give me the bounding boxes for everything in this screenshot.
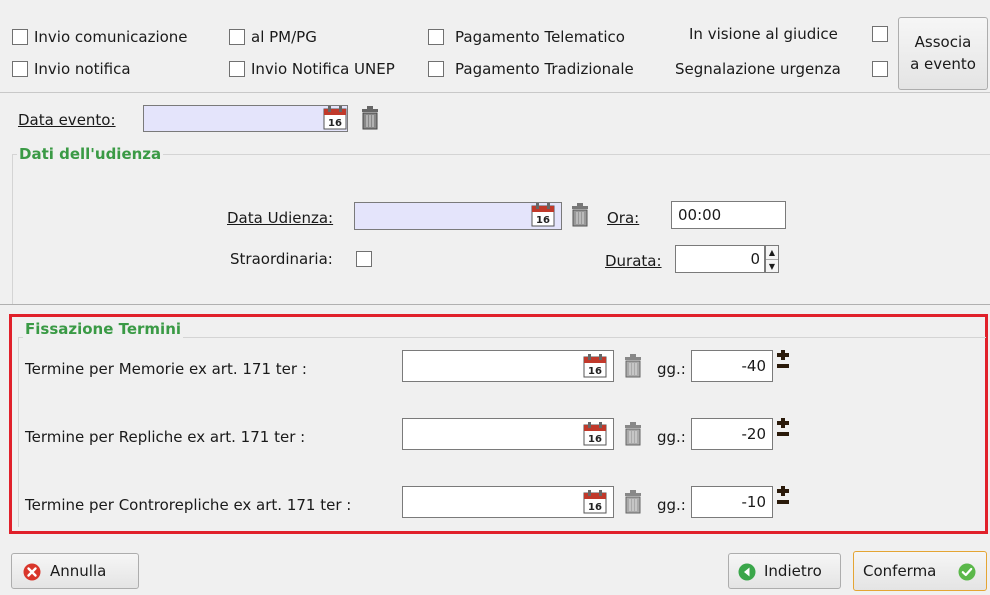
segnalazione-urgenza-label: Segnalazione urgenza — [675, 60, 841, 78]
ora-label: Ora: — [607, 209, 640, 227]
al-pm-pg-label: al PM/PG — [251, 28, 317, 46]
data-evento-field[interactable] — [143, 105, 348, 132]
pagamento-tradizionale-checkbox[interactable] — [428, 61, 444, 77]
straordinaria-checkbox[interactable] — [356, 251, 372, 267]
gg-controrepliche-value: -10 — [741, 493, 767, 511]
durata-value: 0 — [750, 250, 760, 268]
termine-controrepliche-label: Termine per Controrepliche ex art. 171 t… — [25, 496, 352, 514]
gg-memorie-value: -40 — [741, 357, 767, 375]
gg-label: gg.: — [657, 360, 686, 378]
check-icon — [958, 563, 976, 581]
invio-comunicazione-checkbox[interactable] — [12, 29, 28, 45]
ora-value: 00:00 — [678, 206, 722, 224]
straordinaria-label: Straordinaria: — [230, 250, 333, 268]
termini-group-title: Fissazione Termini — [23, 320, 184, 338]
gg-label: gg.: — [657, 496, 686, 514]
data-evento-label: Data evento: — [18, 111, 116, 129]
invio-notifica-label: Invio notifica — [34, 60, 131, 78]
durata-spinner[interactable]: ▲ ▼ — [765, 245, 779, 273]
invio-notifica-unep-checkbox[interactable] — [229, 61, 245, 77]
conferma-button[interactable]: Conferma — [853, 551, 987, 591]
pagamento-telematico-label: Pagamento Telematico — [455, 28, 625, 46]
invio-notifica-unep-label: Invio Notifica UNEP — [251, 60, 395, 78]
calendar-icon[interactable]: 16 — [583, 490, 607, 514]
conferma-label: Conferma — [863, 562, 937, 580]
cancel-icon — [23, 563, 41, 581]
trash-icon[interactable] — [570, 203, 590, 227]
indietro-label: Indietro — [764, 562, 822, 580]
calendar-day: 16 — [588, 366, 602, 377]
associa-label-line1: Associa — [914, 33, 972, 51]
plus-minus-icon[interactable] — [776, 417, 790, 439]
calendar-day: 16 — [588, 434, 602, 445]
associa-evento-button[interactable]: Associa a evento — [898, 17, 988, 90]
plus-minus-icon[interactable] — [776, 349, 790, 371]
durata-field[interactable]: 0 — [675, 245, 765, 273]
pagamento-tradizionale-label: Pagamento Tradizionale — [455, 60, 634, 78]
termine-repliche-label: Termine per Repliche ex art. 171 ter : — [25, 428, 306, 446]
back-arrow-icon — [738, 563, 756, 581]
trash-icon[interactable] — [623, 422, 643, 446]
plus-minus-icon[interactable] — [776, 485, 790, 507]
annulla-button[interactable]: Annulla — [11, 553, 139, 589]
associa-label-line2: a evento — [910, 55, 976, 73]
calendar-day: 16 — [536, 215, 550, 226]
section-separator — [0, 304, 990, 305]
data-udienza-label: Data Udienza: — [227, 209, 334, 227]
gg-repliche-value: -20 — [741, 425, 767, 443]
spin-up-icon[interactable]: ▲ — [766, 246, 778, 260]
annulla-label: Annulla — [50, 562, 107, 580]
termini-group-left-line — [18, 337, 19, 527]
in-visione-giudice-checkbox[interactable] — [872, 26, 888, 42]
gg-repliche-field[interactable]: -20 — [691, 418, 773, 450]
calendar-day: 16 — [328, 118, 342, 129]
al-pm-pg-checkbox[interactable] — [229, 29, 245, 45]
trash-icon[interactable] — [623, 354, 643, 378]
calendar-icon[interactable]: 16 — [531, 203, 555, 227]
indietro-button[interactable]: Indietro — [728, 553, 841, 589]
gg-memorie-field[interactable]: -40 — [691, 350, 773, 382]
durata-label: Durata: — [605, 252, 662, 270]
segnalazione-urgenza-checkbox[interactable] — [872, 61, 888, 77]
invio-comunicazione-label: Invio comunicazione — [34, 28, 188, 46]
calendar-icon[interactable]: 16 — [583, 422, 607, 446]
pagamento-telematico-checkbox[interactable] — [428, 29, 444, 45]
udienza-group-left-line — [12, 154, 13, 304]
termine-memorie-label: Termine per Memorie ex art. 171 ter : — [25, 360, 307, 378]
in-visione-giudice-label: In visione al giudice — [689, 25, 838, 43]
calendar-icon[interactable]: 16 — [583, 354, 607, 378]
calendar-day: 16 — [588, 502, 602, 513]
spin-down-icon[interactable]: ▼ — [766, 260, 778, 273]
invio-notifica-checkbox[interactable] — [12, 61, 28, 77]
udienza-group-title: Dati dell'udienza — [17, 145, 164, 163]
calendar-icon[interactable]: 16 — [323, 106, 347, 130]
gg-controrepliche-field[interactable]: -10 — [691, 486, 773, 518]
gg-label: gg.: — [657, 428, 686, 446]
trash-icon[interactable] — [623, 490, 643, 514]
ora-field[interactable]: 00:00 — [671, 201, 786, 229]
trash-icon[interactable] — [360, 106, 380, 130]
